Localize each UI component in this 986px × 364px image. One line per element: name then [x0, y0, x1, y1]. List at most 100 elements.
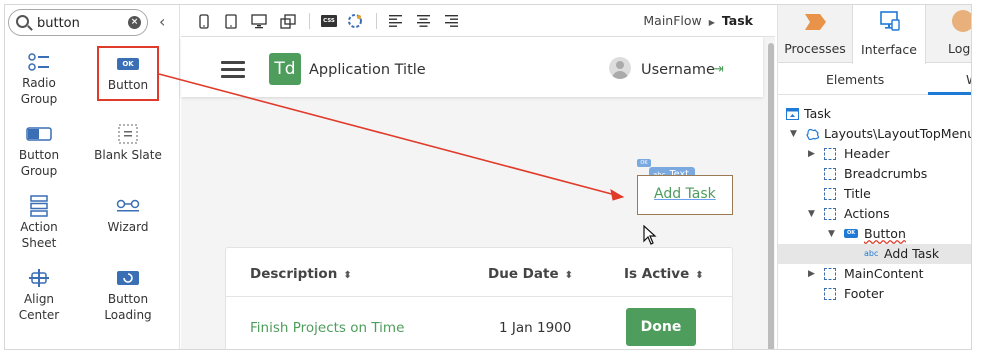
placeholder-icon: [824, 288, 836, 300]
breadcrumb-separator-icon: ▶: [708, 18, 715, 27]
tab-logic[interactable]: Log: [926, 5, 971, 63]
logic-icon: [952, 10, 971, 32]
tree-label: Add Task: [884, 246, 940, 261]
subtab-elements[interactable]: Elements: [826, 72, 884, 87]
radio-group-icon: [5, 51, 74, 73]
action-sheet-icon: [5, 195, 74, 217]
scrollbar-thumb[interactable]: [768, 43, 774, 349]
column-header-due-date[interactable]: Due Date ⬍: [488, 266, 573, 282]
collapse-toolbox-icon[interactable]: ‹: [159, 12, 165, 31]
tool-align-center[interactable]: Align Center: [5, 267, 74, 323]
tool-label: Radio Group: [20, 76, 58, 106]
toolbox-panel: × ‹ Radio Group OK Button Button Group: [5, 5, 180, 349]
logout-icon[interactable]: ⇥: [713, 62, 724, 77]
tree-item-add-task[interactable]: abc Add Task: [778, 244, 971, 264]
expand-caret-icon[interactable]: ▼: [828, 224, 835, 244]
toolbox-search[interactable]: ×: [8, 9, 148, 36]
tree-item-layout[interactable]: ▼ Layouts\LayoutTopMenu: [778, 124, 972, 144]
tree-label: MainContent: [844, 266, 924, 281]
phone-preview-icon[interactable]: [199, 13, 209, 29]
button-group-icon: [5, 123, 74, 145]
subtab-widgets[interactable]: W: [966, 72, 971, 87]
align-center-icon: [5, 267, 74, 289]
toolbox-search-input[interactable]: [37, 14, 121, 32]
ok-badge: OK: [637, 159, 651, 167]
tree-item-breadcrumbs[interactable]: Breadcrumbs: [778, 164, 971, 184]
tree-label: Button: [864, 226, 906, 241]
tab-label: Processes: [784, 41, 846, 56]
tree-label: Breadcrumbs: [844, 166, 928, 181]
expand-caret-icon[interactable]: ▶: [808, 264, 815, 284]
css-label: CSS: [321, 15, 337, 27]
expand-caret-icon[interactable]: ▼: [808, 204, 815, 224]
tree-label: Task: [804, 106, 831, 121]
tab-interface[interactable]: Interface: [852, 5, 926, 64]
tool-radio-group[interactable]: Radio Group: [5, 51, 74, 107]
clear-search-icon[interactable]: ×: [128, 16, 141, 29]
css-icon[interactable]: CSS: [321, 13, 337, 29]
toolbar-divider: [376, 13, 377, 29]
align-center-text-icon[interactable]: [417, 13, 430, 29]
tool-label: Blank Slate: [94, 148, 162, 162]
sub-tabs: Elements W: [778, 63, 971, 95]
tree-item-title[interactable]: Title: [778, 184, 971, 204]
desktop-preview-icon[interactable]: [251, 13, 267, 29]
app-window: × ‹ Radio Group OK Button Button Group: [4, 4, 972, 350]
tool-wizard[interactable]: Wizard: [93, 195, 163, 235]
sort-icon[interactable]: ⬍: [565, 270, 573, 281]
breadcrumb-parent[interactable]: MainFlow: [643, 13, 701, 28]
tree-item-header[interactable]: ▶ Header: [778, 144, 971, 164]
tool-action-sheet[interactable]: Action Sheet: [5, 195, 74, 251]
align-right-icon[interactable]: [445, 13, 458, 29]
button-icon: OK: [99, 53, 157, 75]
hamburger-menu-icon[interactable]: [221, 61, 245, 82]
column-header-description[interactable]: Description ⬍: [250, 266, 352, 282]
add-task-widget[interactable]: Add Task: [637, 175, 733, 215]
sort-icon[interactable]: ⬍: [695, 270, 703, 281]
canvas-scrollbar[interactable]: [767, 41, 775, 349]
app-header[interactable]: Td Application Title Username ⇥: [181, 37, 763, 97]
search-icon: [16, 15, 29, 28]
tab-processes[interactable]: Processes: [778, 5, 852, 63]
right-panel: Processes Interface Log Elements W Task: [777, 5, 972, 349]
tree-item-task[interactable]: Task: [778, 104, 971, 124]
main-tabs: Processes Interface Log: [778, 5, 971, 64]
tool-button-loading[interactable]: Button Loading: [93, 267, 163, 323]
task-description-link[interactable]: Finish Projects on Time: [250, 320, 404, 336]
breadcrumb-current: Task: [721, 13, 753, 28]
screen-canvas[interactable]: CSS MainFlow ▶ Task Td Application Title…: [181, 5, 775, 349]
expand-caret-icon[interactable]: ▼: [790, 124, 797, 144]
tree-item-actions[interactable]: ▼ Actions: [778, 204, 971, 224]
tablet-preview-icon[interactable]: [225, 13, 237, 29]
theme-icon[interactable]: [347, 13, 363, 29]
avatar-icon: [609, 57, 631, 79]
tool-blank-slate[interactable]: Blank Slate: [93, 123, 163, 163]
app-logo: Td: [269, 53, 301, 85]
tool-button-group[interactable]: Button Group: [5, 123, 74, 179]
button-icon: OK: [844, 229, 858, 238]
tree-item-footer[interactable]: Footer: [778, 284, 971, 304]
tree-label: Actions: [844, 206, 890, 221]
tool-label: Action Sheet: [20, 220, 58, 250]
active-subtab-indicator: [928, 92, 971, 95]
task-due-date: 1 Jan 1900: [499, 320, 572, 336]
tool-label: Wizard: [107, 220, 149, 234]
tool-button[interactable]: OK Button: [97, 46, 159, 101]
canvas-toolbar: CSS MainFlow ▶ Task: [181, 5, 775, 37]
processes-icon: [805, 14, 826, 30]
align-left-icon[interactable]: [389, 13, 402, 29]
button-loading-icon: [93, 267, 163, 289]
expand-caret-icon[interactable]: ▶: [808, 144, 815, 164]
username[interactable]: Username: [641, 62, 715, 78]
screen-icon: [786, 108, 799, 120]
tree-item-button[interactable]: ▼ OK Button: [778, 224, 971, 244]
done-button[interactable]: Done: [626, 308, 696, 346]
breadcrumb: MainFlow ▶ Task: [643, 13, 753, 28]
rotate-icon[interactable]: [280, 13, 296, 29]
tree-label: Layouts\LayoutTopMenu: [824, 126, 972, 141]
sort-icon[interactable]: ⬍: [343, 270, 351, 281]
tree-item-maincontent[interactable]: ▶ MainContent: [778, 264, 971, 284]
add-task-text[interactable]: Add Task: [654, 186, 716, 202]
text-icon: abc: [864, 249, 879, 258]
column-header-is-active[interactable]: Is Active ⬍: [624, 266, 704, 282]
